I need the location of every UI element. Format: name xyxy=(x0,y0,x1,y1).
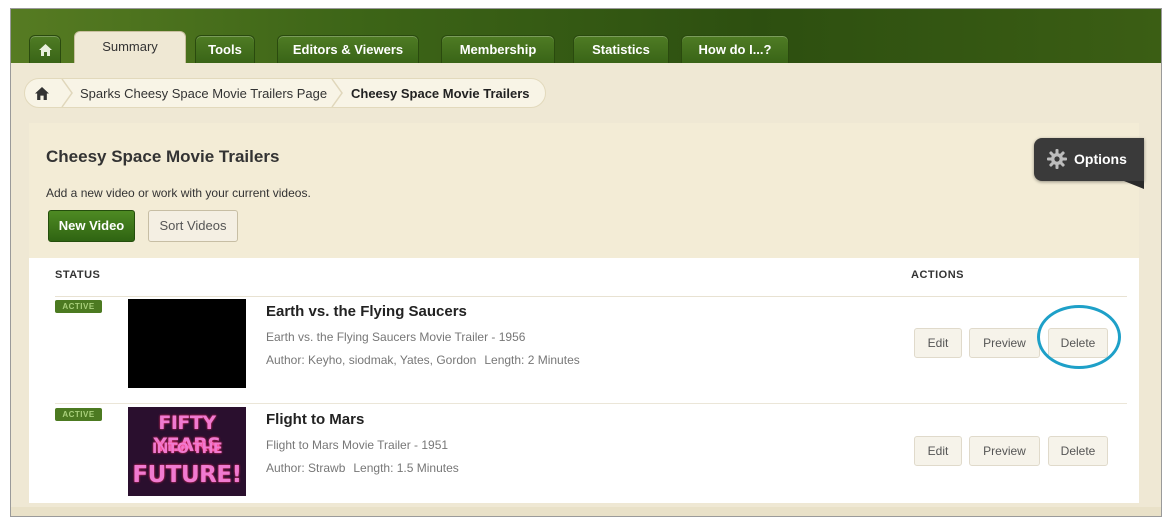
preview-button[interactable]: Preview xyxy=(969,436,1040,466)
video-thumbnail[interactable]: FIFTY YEARS INTO THE FUTURE! xyxy=(128,407,246,496)
video-title[interactable]: Flight to Mars xyxy=(266,411,364,428)
status-badge: ACTIVE xyxy=(55,408,102,421)
tab-bar: Summary Tools Editors & Viewers Membersh… xyxy=(11,9,1161,63)
home-icon xyxy=(38,44,52,56)
gear-icon xyxy=(1047,149,1067,169)
video-author: Author: Strawb xyxy=(266,461,346,475)
preview-button[interactable]: Preview xyxy=(969,328,1040,358)
sort-videos-button[interactable]: Sort Videos xyxy=(148,210,238,242)
options-label: Options xyxy=(1074,151,1127,167)
video-table: STATUS ACTIONS ACTIVE Earth vs. the Flyi… xyxy=(29,258,1139,503)
status-badge: ACTIVE xyxy=(55,300,102,313)
breadcrumb-home-icon[interactable] xyxy=(35,87,49,100)
video-author: Author: Keyho, siodmak, Yates, Gordon xyxy=(266,353,477,367)
tab-membership[interactable]: Membership xyxy=(441,35,555,63)
delete-button[interactable]: Delete xyxy=(1048,328,1108,358)
video-meta: Author: Strawb Length: 1.5 Minutes xyxy=(266,461,459,475)
tab-how-do-i[interactable]: How do I...? xyxy=(681,35,789,63)
video-thumbnail[interactable] xyxy=(128,299,246,388)
breadcrumb-item-page[interactable]: Sparks Cheesy Space Movie Trailers Page xyxy=(80,86,327,101)
status-column-header: STATUS xyxy=(55,269,101,281)
delete-button[interactable]: Delete xyxy=(1048,436,1108,466)
page-title: Cheesy Space Movie Trailers xyxy=(46,147,280,166)
edit-button[interactable]: Edit xyxy=(914,436,962,466)
row-divider xyxy=(55,403,1127,404)
breadcrumb-separator-icon xyxy=(61,79,73,107)
tab-home[interactable] xyxy=(29,35,61,63)
app-frame: Summary Tools Editors & Viewers Membersh… xyxy=(10,8,1162,517)
header-divider xyxy=(55,296,1127,297)
breadcrumb-item-current: Cheesy Space Movie Trailers xyxy=(351,86,530,101)
tab-editors-viewers[interactable]: Editors & Viewers xyxy=(277,35,419,63)
breadcrumb: Sparks Cheesy Space Movie Trailers Page … xyxy=(24,78,546,108)
panel-bottom-edge xyxy=(11,507,1161,516)
video-length: Length: 2 Minutes xyxy=(484,353,580,367)
page-subtitle: Add a new video or work with your curren… xyxy=(46,186,311,200)
thumbnail-text: FUTURE! xyxy=(132,462,242,488)
video-title[interactable]: Earth vs. the Flying Saucers xyxy=(266,303,467,320)
tab-tools[interactable]: Tools xyxy=(195,35,255,63)
edit-button[interactable]: Edit xyxy=(914,328,962,358)
options-button[interactable]: Options xyxy=(1034,138,1144,181)
breadcrumb-separator-icon xyxy=(331,79,343,107)
thumbnail-text: INTO THE xyxy=(151,441,223,457)
video-meta: Author: Keyho, siodmak, Yates, Gordon Len… xyxy=(266,353,580,367)
video-description: Earth vs. the Flying Saucers Movie Trail… xyxy=(266,330,526,344)
video-description: Flight to Mars Movie Trailer - 1951 xyxy=(266,438,449,452)
tab-summary[interactable]: Summary xyxy=(74,31,186,63)
actions-column-header: ACTIONS xyxy=(911,269,964,281)
new-video-button[interactable]: New Video xyxy=(48,210,135,242)
video-length: Length: 1.5 Minutes xyxy=(353,461,459,475)
tab-statistics[interactable]: Statistics xyxy=(573,35,669,63)
